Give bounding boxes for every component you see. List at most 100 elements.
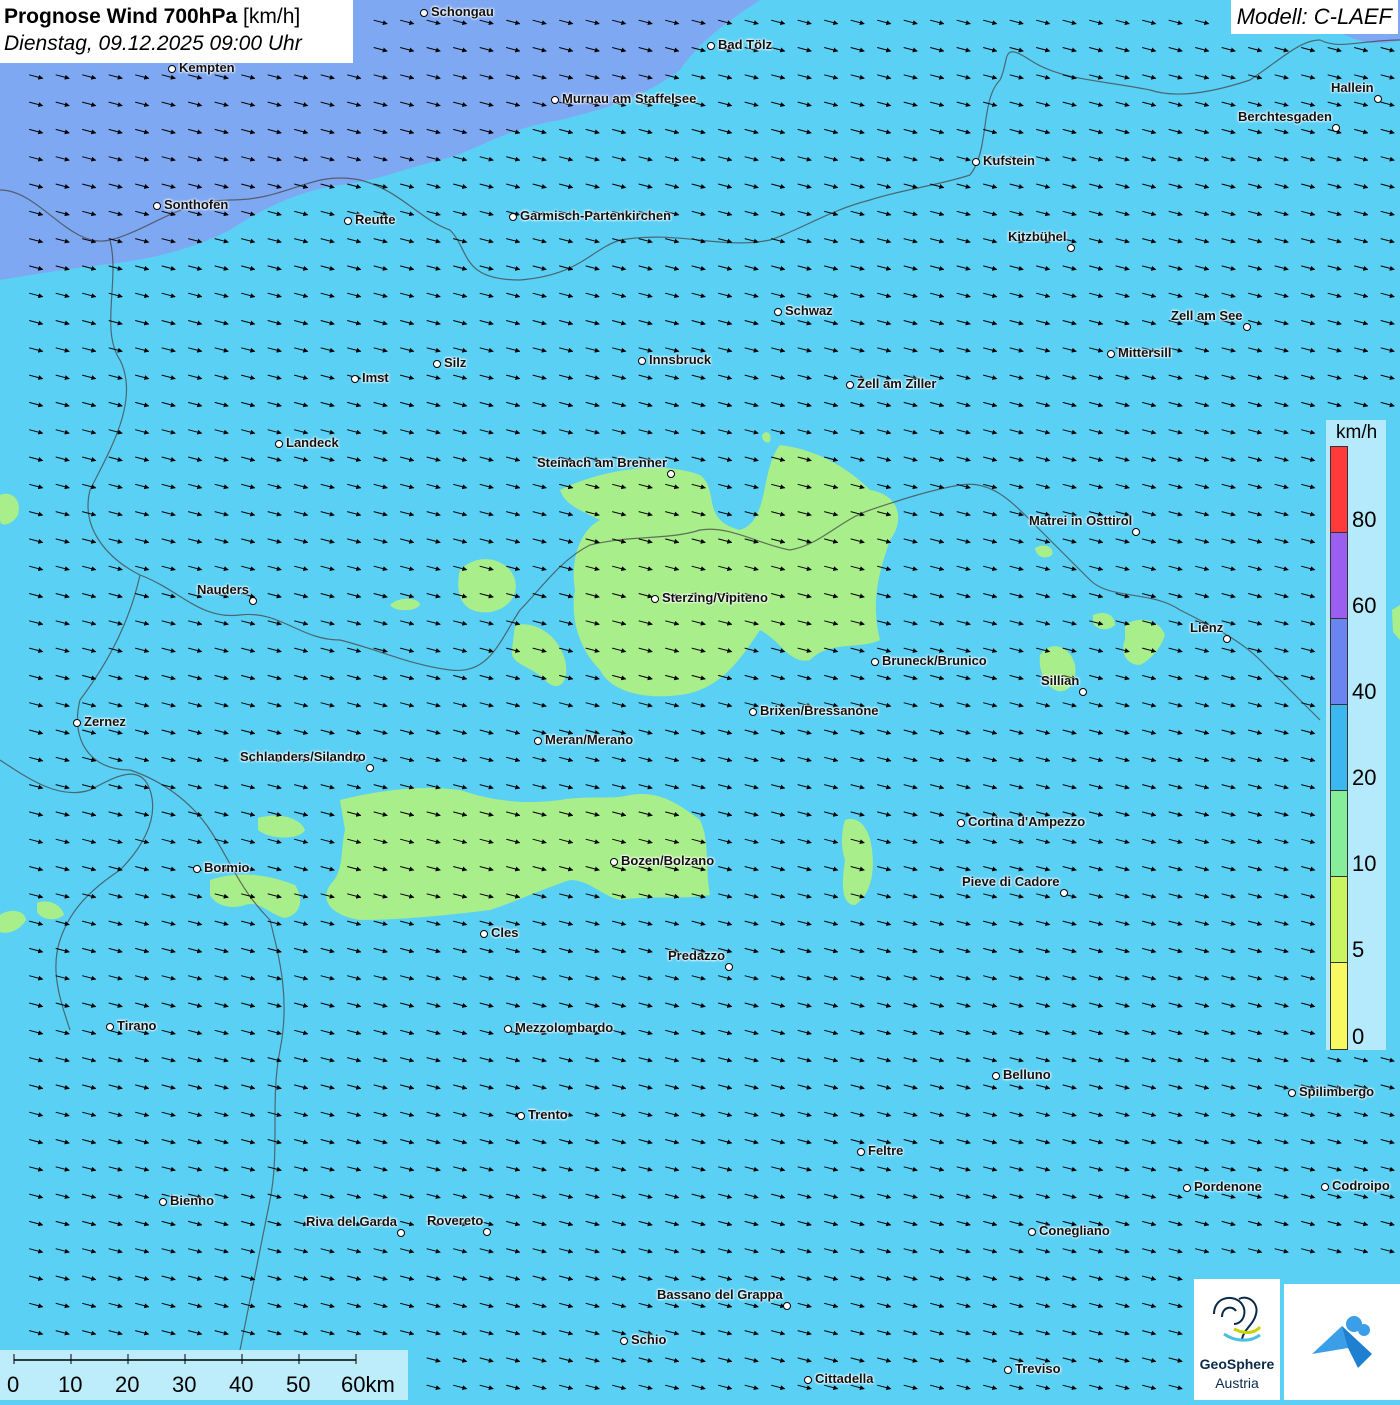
city-label: Riva del Garda xyxy=(306,1214,398,1229)
city-label: Zell am Ziller xyxy=(857,376,937,391)
city-label: Garmisch-Partenkirchen xyxy=(520,208,672,223)
city-marker xyxy=(275,440,283,448)
city-marker xyxy=(1243,323,1251,331)
city-label: Bad Tölz xyxy=(718,37,773,52)
city-label: Silz xyxy=(444,355,467,370)
model-label: Modell: C-LAEF xyxy=(1230,0,1398,34)
city-label: Kitzbühel xyxy=(1008,229,1067,244)
weather-app-logo-icon xyxy=(1312,1316,1372,1368)
city-label: Lienz xyxy=(1190,620,1224,635)
geosphere-logo-icon xyxy=(1213,1296,1262,1342)
city-label: Schlanders/Silandro xyxy=(240,749,366,764)
legend-label: 80 xyxy=(1352,507,1377,532)
city-label: Kempten xyxy=(179,60,235,75)
scale-label: 60km xyxy=(341,1372,395,1397)
city-marker xyxy=(480,930,488,938)
city-marker xyxy=(1028,1228,1036,1236)
city-label: Schwaz xyxy=(785,303,833,318)
city-marker xyxy=(651,595,659,603)
city-label: Steinach am Brenner xyxy=(537,455,668,470)
city-marker xyxy=(366,764,374,772)
city-marker xyxy=(483,1228,491,1236)
legend-color-10-20 xyxy=(1330,790,1348,877)
city-marker xyxy=(534,737,542,745)
city-marker xyxy=(610,858,618,866)
city-marker xyxy=(871,658,879,666)
city-label: Treviso xyxy=(1015,1361,1061,1376)
title-box: Prognose Wind 700hPa [km/h] Dienstag, 09… xyxy=(0,0,353,63)
title-unit: [km/h] xyxy=(243,5,301,28)
geosphere-logo[interactable]: GeoSphere Austria xyxy=(1194,1279,1280,1400)
legend-label: 20 xyxy=(1352,765,1377,790)
city-label: Rovereto xyxy=(427,1213,484,1228)
city-marker xyxy=(193,865,201,873)
city-label: Berchtesgaden xyxy=(1238,109,1332,124)
geosphere-name: GeoSphere xyxy=(1199,1356,1275,1372)
city-label: Hallein xyxy=(1331,80,1374,95)
city-label: Bormio xyxy=(204,860,250,875)
city-label: Cittadella xyxy=(815,1371,874,1386)
city-marker xyxy=(783,1302,791,1310)
city-marker xyxy=(1107,350,1115,358)
scale-ticks xyxy=(13,1354,357,1364)
city-label: Landeck xyxy=(286,435,339,450)
legend-label: 40 xyxy=(1352,679,1377,704)
scale-label: 40 xyxy=(229,1372,254,1397)
city-label: Conegliano xyxy=(1039,1223,1110,1238)
city-marker xyxy=(957,819,965,827)
city-marker xyxy=(1223,635,1231,643)
city-label: Predazzo xyxy=(668,948,726,963)
city-label: Schongau xyxy=(431,4,494,19)
legend-label: 5 xyxy=(1352,937,1365,962)
city-label: Bienno xyxy=(170,1193,215,1208)
city-label: Mezzolombardo xyxy=(515,1020,614,1035)
city-marker xyxy=(857,1148,865,1156)
page-title: Prognose Wind 700hPa [km/h] xyxy=(4,4,353,30)
title-text: Prognose Wind 700hPa xyxy=(4,5,238,28)
city-marker xyxy=(1288,1089,1296,1097)
scale-label: 0 xyxy=(7,1372,20,1397)
scale-label: 10 xyxy=(58,1372,83,1397)
city-label: Codroipo xyxy=(1332,1178,1390,1193)
city-label: Bruneck/Brunico xyxy=(882,653,987,668)
city-marker xyxy=(774,308,782,316)
legend-label: 60 xyxy=(1352,593,1377,618)
city-label: Innsbruck xyxy=(649,352,712,367)
city-label: Reutte xyxy=(355,212,396,227)
city-label: Pieve di Cadore xyxy=(962,874,1060,889)
city-label: Brixen/Bressanone xyxy=(760,703,879,718)
weather-app-logo[interactable] xyxy=(1284,1284,1400,1400)
city-marker xyxy=(73,719,81,727)
city-label: Cles xyxy=(491,925,519,940)
legend-label: 0 xyxy=(1352,1024,1365,1049)
city-marker xyxy=(1132,528,1140,536)
city-marker xyxy=(517,1112,525,1120)
city-label: Sterzing/Vipiteno xyxy=(662,590,768,605)
legend-color-0-5 xyxy=(1330,962,1348,1050)
city-marker xyxy=(504,1025,512,1033)
legend-color-5-10 xyxy=(1330,876,1348,963)
city-marker xyxy=(667,470,675,478)
city-marker xyxy=(433,360,441,368)
legend-unit: km/h xyxy=(1336,422,1378,443)
city-marker xyxy=(153,202,161,210)
city-marker xyxy=(1067,244,1075,252)
city-label: Belluno xyxy=(1003,1067,1051,1082)
city-label: Imst xyxy=(362,370,389,385)
city-label: Cortina d'Ampezzo xyxy=(968,814,1086,829)
city-marker xyxy=(638,357,646,365)
city-marker xyxy=(106,1023,114,1031)
city-marker xyxy=(1183,1184,1191,1192)
city-marker xyxy=(168,65,176,73)
city-label: Nauders xyxy=(197,582,250,597)
scale-bar: 0 10 20 30 40 50 60km xyxy=(0,1350,408,1400)
city-label: Matrei in Osttirol xyxy=(1029,513,1133,528)
city-label: Spilimbergo xyxy=(1299,1084,1375,1099)
city-marker xyxy=(1079,688,1087,696)
legend-label: 10 xyxy=(1352,851,1377,876)
city-label: Trento xyxy=(528,1107,568,1122)
scale-label: 20 xyxy=(115,1372,140,1397)
city-marker xyxy=(972,158,980,166)
city-label: Schio xyxy=(631,1332,667,1347)
legend-color-20-40 xyxy=(1330,704,1348,791)
